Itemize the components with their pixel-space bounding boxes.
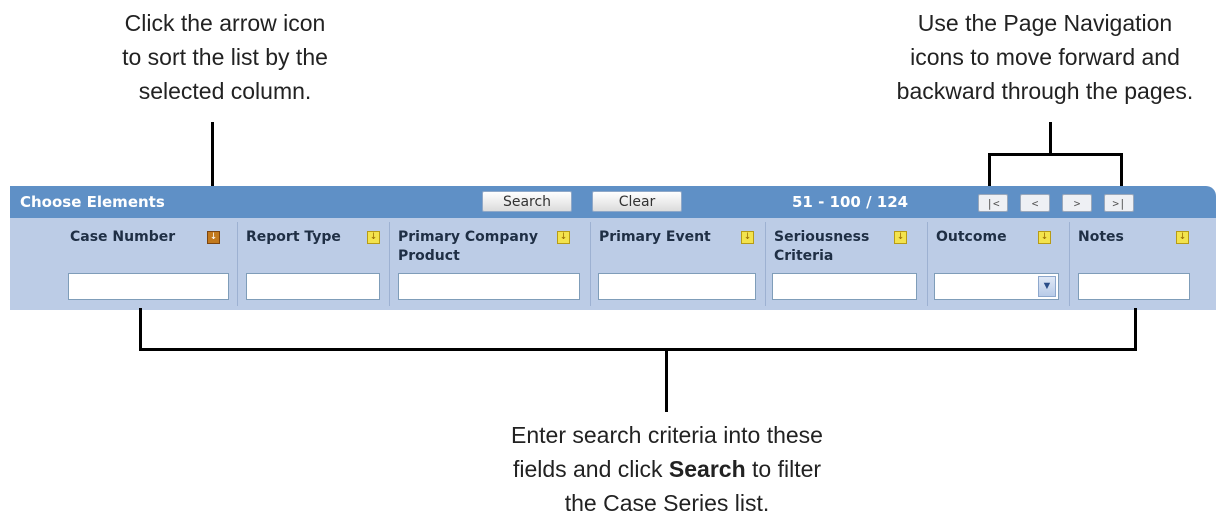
previous-page-icon[interactable]: < xyxy=(1020,194,1050,212)
search-bracket-bar xyxy=(139,348,1137,351)
case-number-filter-input[interactable] xyxy=(68,273,229,300)
page-range-label: 51 - 100 / 124 xyxy=(792,193,909,211)
column-label: Report Type xyxy=(246,229,341,245)
sort-callout-line: selected column. xyxy=(138,78,312,104)
search-callout-line: Enter search criteria into these xyxy=(511,422,823,448)
column-header-row: Case Number ↓ Report Type ↓ Primary Comp… xyxy=(10,218,1216,310)
seriousness-criteria-filter-input[interactable] xyxy=(772,273,917,300)
search-bracket-stem xyxy=(665,348,668,412)
column-label: Primary Event xyxy=(599,229,711,245)
search-bracket-right xyxy=(1134,308,1137,351)
sort-arrow-down-icon[interactable]: ↓ xyxy=(557,231,570,244)
column-label: Seriousness Criteria xyxy=(774,229,870,264)
search-callout-bold: Search xyxy=(668,456,746,482)
column-label: Primary Company Product xyxy=(398,229,538,264)
column-label: Notes xyxy=(1078,229,1124,245)
sort-callout: Click the arrow icon to sort the list by… xyxy=(110,6,340,108)
primary-event-filter-input[interactable] xyxy=(598,273,756,300)
nav-bracket-bar xyxy=(988,153,1123,156)
chevron-down-icon[interactable]: ▼ xyxy=(1038,276,1056,297)
nav-callout-line: icons to move forward and xyxy=(910,44,1180,70)
notes-filter-input[interactable] xyxy=(1078,273,1190,300)
sort-arrow-down-icon[interactable]: ↓ xyxy=(741,231,754,244)
primary-company-product-filter-input[interactable] xyxy=(398,273,580,300)
nav-callout: Use the Page Navigation icons to move fo… xyxy=(880,6,1210,108)
search-callout-text: fields and click xyxy=(512,456,669,482)
search-callout-line: the Case Series list. xyxy=(564,490,770,516)
sort-arrow-down-icon[interactable]: ↓ xyxy=(367,231,380,244)
sort-callout-line: Click the arrow icon xyxy=(124,10,326,36)
choose-elements-link[interactable]: Choose Elements xyxy=(20,193,165,211)
search-callout-line: fields and click Search to filter xyxy=(462,452,872,486)
column-label: Case Number xyxy=(70,229,176,245)
sort-callout-line: to sort the list by the xyxy=(122,44,328,70)
column-label: Outcome xyxy=(936,229,1007,245)
list-toolbar: Choose Elements Search Clear 51 - 100 / … xyxy=(10,186,1216,218)
first-page-icon[interactable]: |< xyxy=(978,194,1008,212)
sort-arrow-down-icon[interactable]: ↓ xyxy=(207,231,220,244)
search-bracket-left xyxy=(139,308,142,351)
search-callout: Enter search criteria into these fields … xyxy=(462,418,872,520)
search-button[interactable]: Search xyxy=(482,191,572,212)
sort-arrow-down-icon[interactable]: ↓ xyxy=(1176,231,1189,244)
sort-arrow-down-icon[interactable]: ↓ xyxy=(894,231,907,244)
clear-button[interactable]: Clear xyxy=(592,191,682,212)
sort-arrow-down-icon[interactable]: ↓ xyxy=(1038,231,1051,244)
nav-bracket-stem xyxy=(1049,122,1052,155)
report-type-filter-input[interactable] xyxy=(246,273,380,300)
nav-callout-line: Use the Page Navigation xyxy=(917,10,1173,36)
next-page-icon[interactable]: > xyxy=(1062,194,1092,212)
outcome-filter-select[interactable]: ▼ xyxy=(934,273,1059,300)
search-callout-text: to filter xyxy=(745,456,822,482)
nav-callout-line: backward through the pages. xyxy=(896,78,1194,104)
last-page-icon[interactable]: >| xyxy=(1104,194,1134,212)
